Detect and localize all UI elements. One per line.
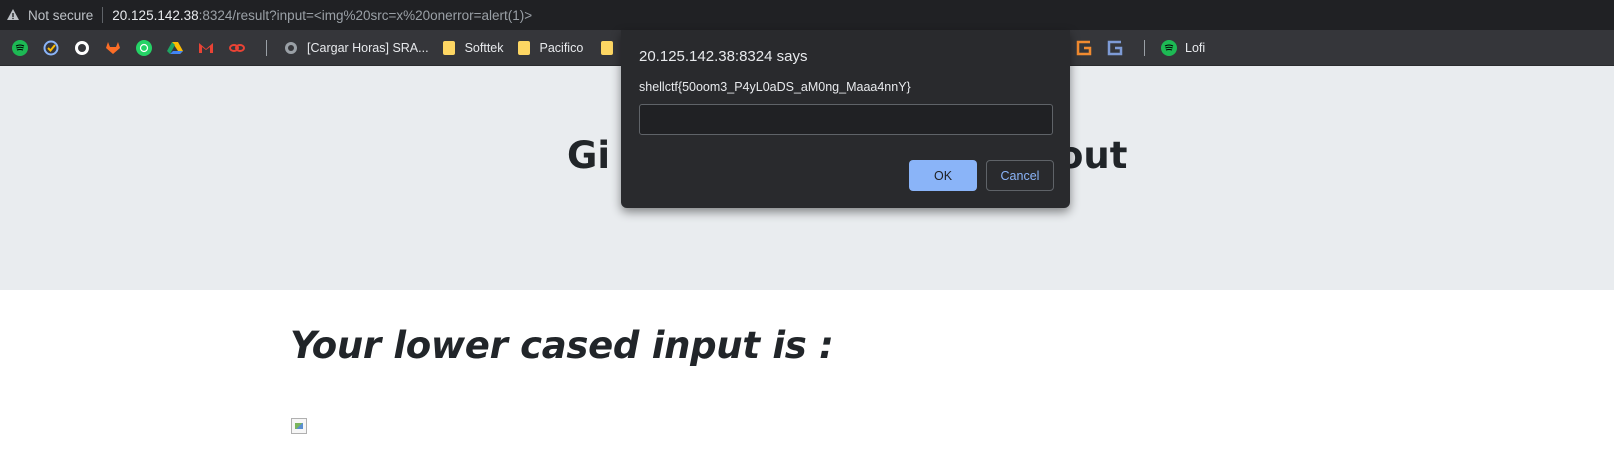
dialog-message: shellctf{50oom3_P4yL0aDS_aM0ng_Maaa4nnY} bbox=[639, 80, 911, 94]
dialog-input[interactable] bbox=[639, 104, 1053, 135]
whatsapp-icon[interactable] bbox=[136, 39, 152, 56]
google-drive-icon[interactable] bbox=[167, 40, 183, 56]
spotify-icon bbox=[1161, 40, 1177, 56]
bookmarks-separator bbox=[266, 39, 267, 56]
gitlab-icon[interactable] bbox=[105, 40, 121, 56]
folder-icon bbox=[517, 40, 530, 55]
bookmark-cargar-horas[interactable]: [Cargar Horas] SRA... bbox=[281, 40, 429, 56]
gmail-icon[interactable] bbox=[198, 40, 214, 56]
result-heading: Your lower cased input is : bbox=[290, 324, 834, 367]
link-icon[interactable] bbox=[229, 40, 245, 56]
url-path: :8324/result?input=<img%20src=x%20onerro… bbox=[198, 7, 533, 23]
page-title: Gi bbox=[567, 134, 611, 177]
bookmark-label: [Cargar Horas] SRA... bbox=[307, 40, 429, 55]
github-icon[interactable] bbox=[74, 40, 90, 56]
bookmark-label: Softtek bbox=[464, 40, 504, 55]
folder-icon[interactable] bbox=[601, 40, 614, 55]
warning-icon bbox=[6, 8, 20, 22]
prompt-dialog: 20.125.142.38:8324 says shellctf{50oom3_… bbox=[621, 30, 1070, 208]
address-separator bbox=[102, 7, 104, 23]
security-status[interactable]: Not secure bbox=[28, 8, 93, 23]
bookmark-softtek[interactable]: Softtek bbox=[442, 40, 504, 55]
spotify-icon[interactable] bbox=[12, 39, 28, 56]
bookmark-label: Pacifico bbox=[539, 40, 584, 55]
cancel-button[interactable]: Cancel bbox=[986, 160, 1054, 191]
check-circle-icon[interactable] bbox=[43, 40, 59, 56]
url-host: 20.125.142.38 bbox=[112, 7, 199, 23]
bookmark-pacifico[interactable]: Pacifico bbox=[517, 40, 584, 55]
bookmarks-right: Lofi bbox=[1068, 30, 1219, 66]
g-logo-blue-icon[interactable] bbox=[1107, 40, 1123, 56]
globe-icon bbox=[283, 40, 299, 56]
address-bar[interactable]: Not secure 20.125.142.38:8324/result?inp… bbox=[0, 0, 1614, 30]
g-logo-orange-icon[interactable] bbox=[1076, 40, 1092, 56]
ok-button[interactable]: OK bbox=[909, 160, 977, 191]
folder-icon bbox=[442, 40, 455, 55]
url-text[interactable]: 20.125.142.38:8324/result?input=<img%20s… bbox=[112, 8, 532, 23]
bookmarks-separator bbox=[1144, 40, 1145, 56]
broken-image-icon bbox=[291, 418, 307, 434]
bookmark-lofi[interactable]: Lofi bbox=[1159, 40, 1205, 56]
bookmark-label: Lofi bbox=[1185, 41, 1206, 55]
dialog-title: 20.125.142.38:8324 says bbox=[639, 48, 808, 65]
